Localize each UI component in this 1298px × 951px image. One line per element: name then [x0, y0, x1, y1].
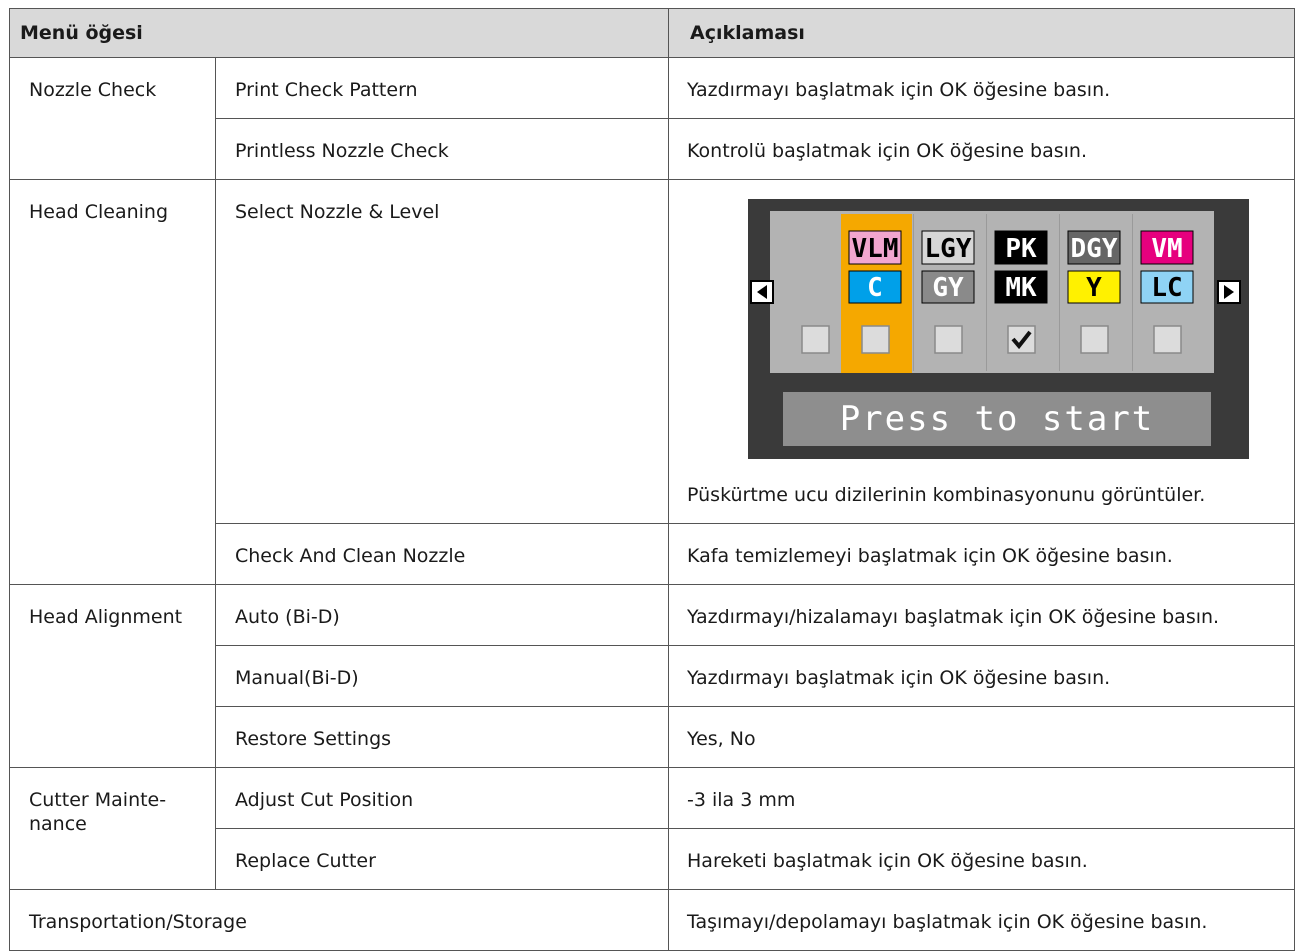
desc-transportation-storage: Taşımayı/depolamayı başlatmak için OK öğ… [668, 889, 1296, 951]
nozzle-checkbox [1153, 325, 1182, 354]
menu-table: Menü öğesi Açıklaması Nozzle Check Print… [8, 8, 1296, 951]
table-header-row: Menü öğesi Açıklaması [8, 8, 1296, 58]
desc-manual-bi-d: Yazdırmayı başlatmak için OK öğesine bas… [668, 645, 1296, 707]
group-cutter-maintenance: Cutter Mainte- nance [9, 767, 216, 890]
table-row: Head Alignment Auto (Bi-D) Yazdırmayı/hi… [9, 584, 1296, 768]
group-label-line2: nance [29, 813, 87, 835]
desc-check-and-clean-nozzle: Kafa temizlemeyi başlatmak için OK öğesi… [668, 523, 1296, 585]
item-check-and-clean-nozzle: Check And Clean Nozzle [214, 523, 670, 585]
item-restore-settings: Restore Settings [214, 706, 670, 768]
table-row: Transportation/Storage Taşımayı/depolama… [8, 889, 1296, 951]
column-divider [1132, 214, 1134, 371]
item-adjust-cut-position: Adjust Cut Position [214, 767, 670, 829]
nozzle-checkbox [934, 325, 963, 354]
item-printless-nozzle-check: Printless Nozzle Check [214, 118, 670, 180]
press-to-start-text: Press to start [840, 399, 1155, 439]
column-divider [1059, 214, 1061, 371]
header-description-label: Açıklaması [690, 22, 805, 44]
ink-label-top: LGY [925, 234, 972, 264]
lcd-caption: Püskürtme ucu dizilerinin kombinasyonunu… [687, 484, 1206, 506]
nozzle-checkbox [1007, 325, 1036, 354]
ink-label-top: DGY [1071, 234, 1118, 264]
header-menu-item-label: Menü öğesi [20, 22, 143, 44]
desc-printless-nozzle-check: Kontrolü başlatmak için OK öğesine basın… [668, 118, 1296, 180]
item-manual-bi-d: Manual(Bi-D) [214, 645, 670, 707]
header-menu-item: Menü öğesi [8, 8, 670, 58]
desc-select-nozzle-level: VLM C LGY GY PK MK DGY Y VM LC Press to start Püsk… [668, 179, 1296, 524]
ink-label-top: VM [1151, 234, 1182, 264]
item-replace-cutter: Replace Cutter [214, 828, 670, 890]
desc-replace-cutter: Hareketi başlatmak için OK öğesine basın… [668, 828, 1296, 890]
table-row: Cutter Mainte- nance Adjust Cut Position… [9, 767, 1296, 890]
table-row: Nozzle Check Print Check Pattern Yazdırm… [9, 57, 1296, 180]
item-print-check-pattern: Print Check Pattern [214, 57, 670, 119]
ink-label-top: VLM [852, 234, 899, 264]
checkbox-unlabeled [801, 325, 830, 354]
group-label: Nozzle Check [29, 79, 157, 101]
ink-label-bottom: MK [1005, 273, 1037, 303]
group-head-alignment: Head Alignment [9, 584, 216, 768]
column-divider [913, 214, 915, 371]
item-transportation-storage: Transportation/Storage [8, 889, 670, 951]
ink-label-top: PK [1005, 234, 1037, 264]
item-auto-bi-d: Auto (Bi-D) [214, 584, 670, 646]
ink-label-bottom: LC [1151, 273, 1182, 303]
item-select-nozzle-level: Select Nozzle & Level [214, 179, 670, 524]
group-label: Head Cleaning [29, 201, 169, 223]
desc-print-check-pattern: Yazdırmayı başlatmak için OK öğesine bas… [668, 57, 1296, 119]
group-label-line1: Cutter Mainte- [29, 789, 167, 811]
desc-adjust-cut-position: -3 ila 3 mm [668, 767, 1296, 829]
lcd-screen-image: VLM C LGY GY PK MK DGY Y VM LC Press to start [748, 199, 1250, 459]
table-row: Head Cleaning Select Nozzle & Level VLM C… [9, 179, 1296, 585]
desc-restore-settings: Yes, No [668, 706, 1296, 768]
nozzle-checkbox [861, 325, 890, 354]
group-label: Head Alignment [29, 606, 183, 628]
group-head-cleaning: Head Cleaning [9, 179, 216, 585]
desc-auto-bi-d: Yazdırmayı/hizalamayı başlatmak için OK … [668, 584, 1296, 646]
column-divider [986, 214, 988, 371]
ink-label-bottom: Y [1086, 273, 1102, 303]
group-nozzle-check: Nozzle Check [9, 57, 216, 180]
lcd-figure: VLM C LGY GY PK MK DGY Y VM LC Press to start [687, 180, 1294, 459]
nozzle-checkbox [1080, 325, 1109, 354]
ink-label-bottom: GY [932, 273, 964, 303]
ink-label-bottom: C [867, 273, 883, 303]
header-description: Açıklaması [668, 8, 1296, 58]
